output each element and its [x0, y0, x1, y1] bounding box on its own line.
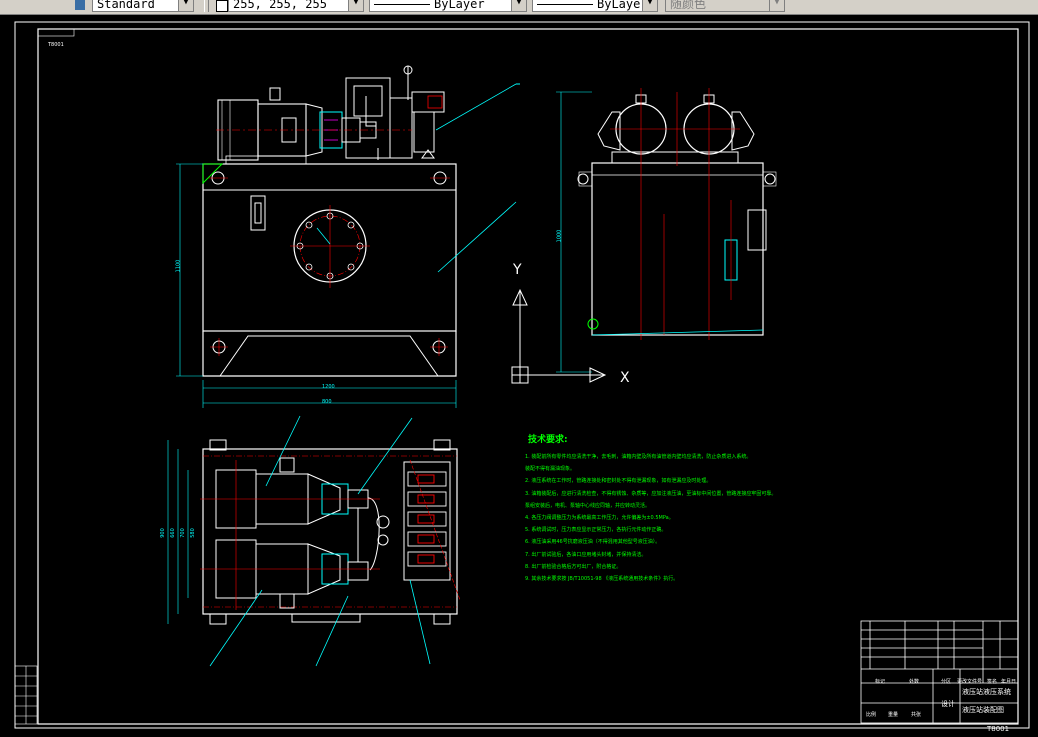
lineweight-dropdown[interactable]: ByLayer ▼	[532, 0, 658, 12]
note-line: 1. 装配前所有零件均应清洗干净，去毛刺，油箱内壁及所有油管道内壁均应清洗，防止…	[525, 454, 752, 460]
tb-drawing-number: T8001	[987, 725, 1010, 733]
text-style-dropdown[interactable]: Standard ▼	[92, 0, 194, 12]
tank-front-body	[202, 163, 457, 332]
tank-top-body	[202, 448, 458, 615]
tb-design: 设计	[941, 700, 955, 708]
dim-top-3: 700	[179, 528, 186, 538]
note-line: 2. 液压系统在工作时，管路连接处和密封处不得有泄漏现象，如有泄漏应及时处理。	[525, 478, 712, 485]
technical-notes-title: 技术要求:	[528, 435, 568, 445]
binding-strip	[14, 665, 38, 725]
lineweight-value: ByLayer	[597, 0, 648, 11]
ucs-y-label: Y	[512, 262, 522, 278]
line-sample-icon	[537, 4, 593, 5]
technical-notes: 技术要求: 1. 装配前所有零件均应清洗干净，去毛刺，油箱内壁及所有油管道内壁均…	[525, 432, 855, 585]
tb-col-sheets: 共张	[911, 712, 922, 718]
note-line: 泵组安装后，电机、泵轴中心线应同轴，并应转动灵活。	[525, 502, 651, 509]
dim-top-1: 900	[159, 528, 166, 538]
chevron-down-icon: ▼	[642, 0, 657, 11]
tb-col-scale: 比例	[866, 712, 877, 718]
dim-width-front-1: 1200	[322, 384, 335, 390]
text-style-icon	[75, 0, 85, 10]
tb-label-mark: 标记	[875, 679, 886, 685]
title-block: 标记 处数 分区 更改文件号 签名 年月日 设计 液压站液压系统 液压站装配图 …	[861, 635, 1017, 737]
note-line: 装配不得有漏油现象。	[525, 466, 576, 473]
ucs-icon	[511, 288, 607, 384]
frame-tag-box	[37, 28, 75, 37]
properties-toolbar: Standard ▼ 255, 255, 255 ▼ ByLayer ▼ ByL…	[0, 0, 1038, 15]
linetype-dropdown[interactable]: ByLayer ▼	[369, 0, 527, 12]
text-style-value: Standard	[97, 0, 155, 11]
front-view	[176, 65, 520, 408]
linetype-value: ByLayer	[434, 0, 485, 11]
chevron-down-icon: ▼	[178, 0, 193, 11]
tb-label-sign: 签名	[987, 679, 998, 685]
chevron-down-icon: ▼	[769, 0, 784, 11]
line-sample-icon	[374, 4, 430, 5]
frame-tag: T8001	[48, 42, 64, 48]
note-line: 5. 系统调试时，压力表应显示正常压力，各执行元件动作正确。	[525, 527, 667, 534]
color-dropdown[interactable]: 255, 255, 255 ▼	[228, 0, 364, 12]
drawing-canvas[interactable]: Y X 1100 1200 800 1000 900 660 700 580 T…	[0, 15, 1038, 733]
dim-height-side: 1000	[556, 229, 563, 243]
tb-title-2: 液压站装配图	[962, 706, 1004, 714]
color-value: 255, 255, 255	[233, 0, 327, 11]
tb-label-count: 处数	[909, 679, 920, 685]
dim-width-front-2: 800	[322, 399, 332, 405]
note-line: 7. 出厂前试验后，各油口应用堵头封堵，并保持清洁。	[525, 551, 647, 558]
chevron-down-icon: ▼	[511, 0, 526, 11]
side-view	[556, 88, 777, 373]
valve-block-top	[403, 461, 451, 581]
tb-title-1: 液压站液压系统	[962, 688, 1011, 696]
note-line: 3. 油箱装配后，应进行清洗检查，不得有锈蚀、杂质等，应加注液压油，至油标中间位…	[525, 490, 777, 497]
note-line: 4. 各压力阀调整压力为系统最高工作压力，允许偏差为±0.5MPa。	[525, 515, 674, 522]
dim-top-4: 580	[189, 528, 196, 538]
drawing-svg: Y X	[14, 21, 1030, 729]
tb-col-weight: 重量	[888, 712, 899, 718]
plot-style-value: 随颜色	[670, 0, 707, 11]
tb-label-zone: 分区	[941, 679, 952, 685]
top-view	[167, 415, 461, 667]
tb-label-change: 更改文件号	[957, 679, 983, 685]
dim-height-front: 1100	[175, 259, 182, 273]
note-line: 9. 其余技术要求按 JB/T10051-98 《液压系统通用技术条件》执行。	[525, 576, 679, 583]
tb-label-date: 年月日	[1001, 679, 1017, 685]
chevron-down-icon: ▼	[348, 0, 363, 11]
color-swatch-icon	[216, 0, 228, 12]
dim-top-2: 660	[169, 528, 176, 538]
toolbar-grip[interactable]	[204, 0, 209, 12]
plot-style-dropdown[interactable]: 随颜色 ▼	[665, 0, 785, 12]
ucs-x-label: X	[620, 370, 630, 386]
note-line: 6. 液压油采用46号抗磨液压油（不得混用其他型号液压油）。	[525, 539, 661, 546]
note-line: 8. 出厂前检验合格后方可出厂，附合格证。	[525, 563, 622, 570]
